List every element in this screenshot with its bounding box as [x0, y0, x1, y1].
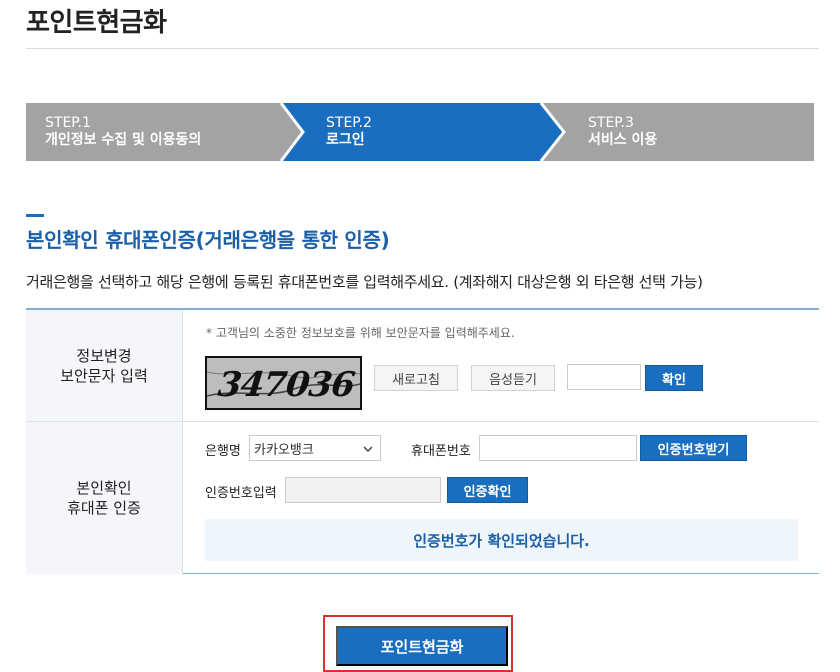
- page-title: 포인트현금화: [26, 8, 167, 38]
- step-3-number: STEP.3: [588, 115, 634, 131]
- section-description: 거래은행을 선택하고 해당 은행에 등록된 휴대폰번호를 입력해주세요. (계좌…: [26, 273, 703, 291]
- section-accent-bar: [26, 214, 44, 217]
- captcha-image: 347036: [205, 356, 362, 410]
- title-divider: [26, 48, 819, 49]
- chevron-down-icon: [363, 446, 373, 453]
- captcha-text: 347036: [216, 365, 356, 405]
- captcha-audio-button[interactable]: 음성듣기: [471, 365, 555, 391]
- bank-label: 은행명: [205, 444, 241, 459]
- code-label: 인증번호입력: [205, 486, 277, 501]
- bank-select[interactable]: 카카오뱅크: [249, 435, 381, 461]
- auth-header-line1: 본인확인: [76, 479, 132, 497]
- code-input[interactable]: [285, 477, 441, 503]
- step-2-label: 로그인: [326, 132, 365, 148]
- security-row: 정보변경 보안문자 입력 * 고객님의 소중한 정보보호를 위해 보안문자를 입…: [26, 310, 819, 422]
- verification-result-message: 인증번호가 확인되었습니다.: [205, 519, 798, 561]
- step-2: STEP.2 로그인: [326, 115, 372, 149]
- captcha-confirm-button[interactable]: 확인: [645, 365, 703, 391]
- auth-header-line2: 휴대폰 인증: [67, 499, 141, 517]
- phone-auth-row-header: 본인확인 휴대폰 인증: [26, 422, 183, 574]
- phone-auth-row: 본인확인 휴대폰 인증 은행명 카카오뱅크 휴대폰번호 인증번호받기 인증번호입…: [26, 422, 819, 574]
- phone-label: 휴대폰번호: [411, 444, 471, 459]
- step-progress: STEP.1 개인정보 수집 및 이용동의 STEP.2 로그인 STEP.3 …: [26, 103, 814, 161]
- captcha-input[interactable]: [567, 364, 641, 390]
- security-row-header: 정보변경 보안문자 입력: [26, 310, 183, 421]
- auth-form-table: 정보변경 보안문자 입력 * 고객님의 소중한 정보보호를 위해 보안문자를 입…: [26, 308, 819, 574]
- step-3: STEP.3 서비스 이용: [588, 115, 657, 149]
- step-2-number: STEP.2: [326, 115, 372, 131]
- captcha-refresh-button[interactable]: 새로고침: [374, 365, 458, 391]
- security-header-line1: 정보변경: [76, 346, 132, 365]
- bank-selected-value: 카카오뱅크: [254, 442, 314, 458]
- step-1-label: 개인정보 수집 및 이용동의: [45, 132, 202, 148]
- security-notice: * 고객님의 소중한 정보보호를 위해 보안문자를 입력해주세요.: [206, 326, 515, 340]
- step-1-number: STEP.1: [45, 115, 91, 131]
- phone-input[interactable]: [479, 435, 637, 461]
- step-2-shape: [281, 103, 564, 161]
- step-3-shape: [541, 103, 814, 161]
- verify-code-button[interactable]: 인증확인: [447, 477, 528, 503]
- submit-cashout-button[interactable]: 포인트현금화: [336, 626, 508, 666]
- step-3-label: 서비스 이용: [588, 132, 658, 148]
- request-code-button[interactable]: 인증번호받기: [640, 435, 747, 461]
- step-1: STEP.1 개인정보 수집 및 이용동의: [45, 115, 201, 149]
- security-header-line2: 보안문자 입력: [60, 366, 148, 385]
- section-title: 본인확인 휴대폰인증(거래은행을 통한 인증): [26, 228, 390, 252]
